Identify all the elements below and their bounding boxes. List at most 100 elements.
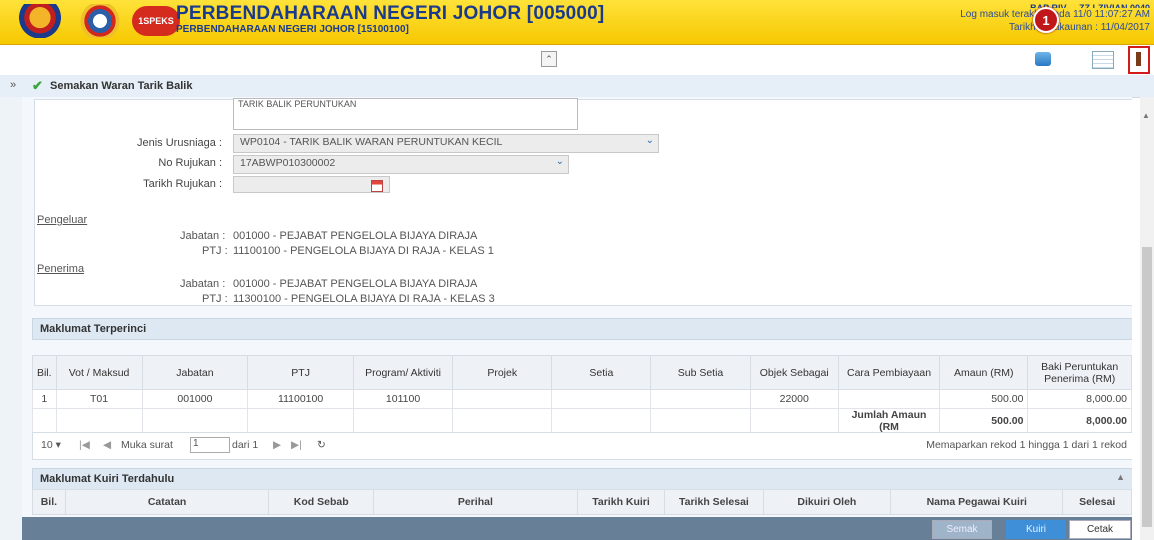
penerima-link[interactable]: Penerima	[37, 263, 84, 275]
next-page-icon[interactable]: ▶	[273, 439, 281, 451]
pengeluar-ptj-value: 11100100 - PENGELOLA BIJAYA DI RAJA - KE…	[233, 245, 494, 257]
vertical-scrollbar[interactable]: ▲	[1140, 97, 1154, 540]
cell-baki: 8,000.00	[1027, 389, 1132, 409]
col-nama-pegawai[interactable]: Nama Pegawai Kuiri	[890, 489, 1064, 515]
no-rujukan-select[interactable]: 17ABWP010300002 ⌄	[233, 155, 569, 174]
main-content: TARIK BALIK PERUNTUKAN Jenis Urusniaga :…	[22, 97, 1132, 517]
col-dikuiri-oleh[interactable]: Dikuiri Oleh	[762, 489, 892, 515]
calendar-icon[interactable]	[371, 180, 383, 192]
cell-setia	[551, 389, 652, 409]
cell-objek: 22000	[749, 389, 839, 409]
form-panel: TARIK BALIK PERUNTUKAN Jenis Urusniaga :…	[34, 98, 1132, 306]
jenis-urusniaga-select[interactable]: WP0104 - TARIK BALIK WARAN PERUNTUKAN KE…	[233, 134, 659, 153]
section-title: Maklumat Kuiri Terdahulu	[40, 473, 175, 485]
col-amaun[interactable]: Amaun (RM)	[939, 355, 1029, 390]
logout-icon[interactable]	[1128, 46, 1150, 74]
expand-menu-icon[interactable]: »	[10, 79, 16, 91]
col-ptj[interactable]: PTJ	[247, 355, 354, 390]
pengeluar-ptj-label: PTJ :	[202, 245, 228, 257]
logo-group: 1SPEKS	[12, 4, 180, 38]
tarikh-rujukan-field[interactable]	[233, 176, 390, 193]
jenis-urusniaga-label: Jenis Urusniaga :	[137, 137, 222, 149]
dari-label: dari 1	[232, 439, 259, 451]
col-tarikh-selesai[interactable]: Tarikh Selesai	[664, 489, 764, 515]
pagination-bar: 10 ▾ |◀ ◀ Muka surat 1 dari 1 ▶ ▶| ↻ Mem…	[32, 432, 1132, 460]
cell-empty	[650, 408, 751, 434]
jenis-urusniaga-value: WP0104 - TARIK BALIK WARAN PERUNTUKAN KE…	[240, 136, 503, 148]
col-kod-sebab[interactable]: Kod Sebab	[268, 489, 374, 515]
maklumat-terperinci-header: Maklumat Terperinci	[32, 318, 1132, 340]
cell-cara	[837, 389, 941, 409]
refresh-icon[interactable]: ↻	[317, 439, 326, 451]
breadcrumb: » ✔ Semakan Waran Tarik Balik	[0, 75, 1154, 98]
cell-empty	[141, 408, 249, 434]
scroll-up-icon[interactable]: ▲	[1142, 111, 1150, 120]
table-row[interactable]: 1 T01 001000 11100100 101100 22000 500.0…	[32, 389, 1132, 409]
maklumat-kuiri-header[interactable]: Maklumat Kuiri Terdahulu ▲	[32, 468, 1132, 490]
col-perihal[interactable]: Perihal	[372, 489, 578, 515]
page-number-input[interactable]: 1	[190, 437, 230, 453]
section-title: Maklumat Terperinci	[40, 323, 147, 335]
cell-ptj: 11100100	[247, 389, 354, 409]
col-vot[interactable]: Vot / Maksud	[55, 355, 143, 390]
toolbar: ⌃	[0, 45, 1154, 76]
collapse-header-icon[interactable]: ⌃	[541, 51, 557, 67]
cell-empty	[551, 408, 652, 434]
johor-crest-logo	[12, 4, 68, 38]
app-title: PERBENDAHARAAN NEGERI JOHOR [005000]	[176, 3, 605, 24]
lock-icon[interactable]	[1035, 52, 1051, 66]
notes-textarea[interactable]: TARIK BALIK PERUNTUKAN	[233, 98, 578, 130]
step-marker-badge: 1	[1033, 7, 1059, 33]
penerima-jabatan-label: Jabatan :	[180, 278, 226, 290]
cell-empty	[247, 408, 354, 434]
record-summary: Memaparkan rekod 1 hingga 1 dari 1 rekod	[926, 439, 1127, 451]
page-size-select[interactable]: 10 ▾	[41, 439, 61, 451]
col-catatan[interactable]: Catatan	[64, 489, 270, 515]
last-page-icon[interactable]: ▶|	[291, 439, 302, 451]
app-subtitle: PERBENDAHARAAN NEGERI JOHOR [15100100]	[176, 24, 409, 35]
chevron-down-icon: ⌄	[555, 156, 564, 167]
cell-sub-setia	[650, 389, 751, 409]
col-setia[interactable]: Setia	[551, 355, 652, 390]
cell-empty	[352, 408, 454, 434]
col-sub-setia[interactable]: Sub Setia	[650, 355, 751, 390]
no-rujukan-label: No Rujukan :	[158, 157, 222, 169]
col-bil[interactable]: Bil.	[32, 489, 66, 515]
left-gutter	[0, 97, 22, 540]
col-tarikh-kuiri[interactable]: Tarikh Kuiri	[576, 489, 666, 515]
scrollbar-thumb[interactable]	[1142, 247, 1152, 527]
collapse-icon[interactable]: ▲	[1116, 472, 1125, 482]
cell-empty	[55, 408, 143, 434]
col-program[interactable]: Program/ Aktiviti	[352, 355, 454, 390]
kuiri-table: Bil. Catatan Kod Sebab Perihal Tarikh Ku…	[32, 489, 1132, 515]
total-baki: 8,000.00	[1027, 408, 1132, 434]
total-amaun: 500.00	[939, 408, 1029, 434]
first-page-icon[interactable]: |◀	[79, 439, 90, 451]
cell-empty	[452, 408, 553, 434]
penerima-jabatan-value: 001000 - PEJABAT PENGELOLA BIJAYA DIRAJA	[233, 278, 478, 290]
cetak-button[interactable]: Cetak	[1069, 520, 1131, 539]
cell-vot: T01	[55, 389, 143, 409]
ispeks-logo: 1SPEKS	[132, 6, 180, 36]
col-baki[interactable]: Baki Peruntukan Penerima (RM)	[1027, 355, 1132, 390]
col-objek[interactable]: Objek Sebagai	[749, 355, 839, 390]
cell-jabatan: 001000	[141, 389, 249, 409]
list-view-icon[interactable]	[1092, 51, 1114, 69]
cell-projek	[452, 389, 553, 409]
treasury-logo	[74, 4, 126, 38]
page-size-value: 10	[41, 439, 53, 451]
pengeluar-link[interactable]: Pengeluar	[37, 214, 87, 226]
col-bil[interactable]: Bil.	[32, 355, 57, 390]
pengeluar-jabatan-value: 001000 - PEJABAT PENGELOLA BIJAYA DIRAJA	[233, 230, 478, 242]
penerima-ptj-label: PTJ :	[202, 293, 228, 305]
col-projek[interactable]: Projek	[452, 355, 553, 390]
col-jabatan[interactable]: Jabatan	[141, 355, 249, 390]
cell-empty	[749, 408, 839, 434]
kuiri-button[interactable]: Kuiri	[1006, 520, 1066, 539]
prev-page-icon[interactable]: ◀	[103, 439, 111, 451]
action-footer: Semak Kuiri Cetak	[22, 517, 1132, 540]
cell-amaun: 500.00	[939, 389, 1029, 409]
semak-button[interactable]: Semak	[932, 520, 992, 539]
col-cara[interactable]: Cara Pembiayaan	[837, 355, 941, 390]
col-selesai[interactable]: Selesai	[1062, 489, 1132, 515]
